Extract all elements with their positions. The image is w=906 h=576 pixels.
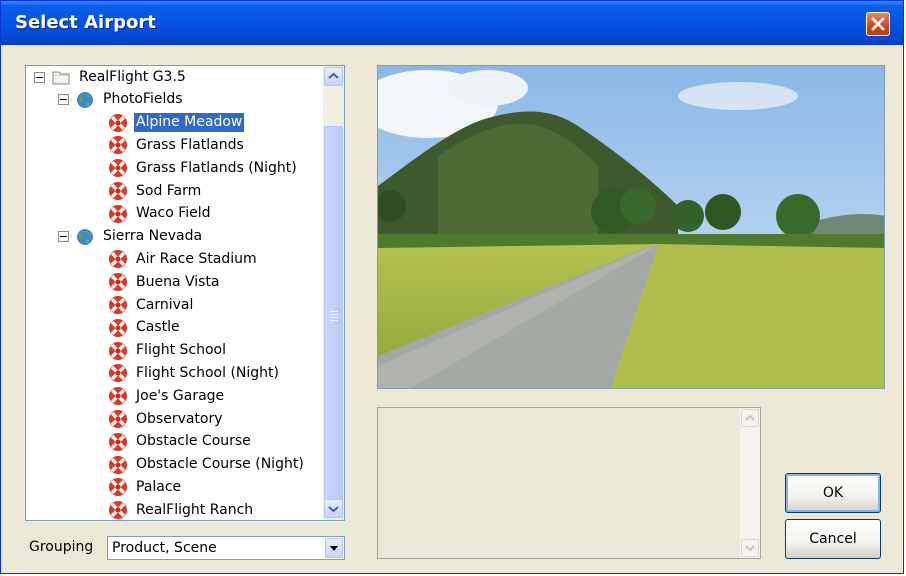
airport-icon — [109, 113, 127, 132]
tree-item-airport[interactable]: Carnival — [108, 294, 195, 316]
scroll-thumb[interactable] — [324, 126, 343, 504]
dropdown-arrow-button[interactable] — [325, 538, 343, 558]
grouping-label: Grouping — [29, 539, 94, 555]
select-airport-dialog: Select Airport RealFlight G3.5 PhotoField… — [0, 0, 904, 574]
chevron-down-icon — [745, 545, 755, 552]
tree-item-label: Palace — [136, 478, 182, 495]
tree-item-airport[interactable]: Sod Farm — [108, 180, 203, 202]
airport-icon — [109, 364, 127, 383]
airport-icon — [109, 159, 127, 178]
tree-item-airport[interactable]: Obstacle Course — [108, 431, 253, 453]
tree-item-airport[interactable]: Palace — [108, 476, 183, 498]
window-title: Select Airport — [15, 12, 156, 33]
tree-item-label: Flight School — [136, 342, 227, 359]
collapse-toggle[interactable] — [58, 94, 69, 106]
airport-icon — [109, 455, 127, 474]
airport-icon — [109, 387, 127, 406]
description-scrollbar — [740, 408, 760, 558]
airport-icon — [109, 182, 127, 200]
desc-scroll-down-button — [741, 539, 759, 557]
tree-item-airport[interactable]: Grass Flatlands — [108, 134, 246, 156]
airport-description — [377, 407, 761, 559]
tree-item-airport[interactable]: RealFlight Ranch — [108, 499, 255, 520]
tree-item-airport[interactable]: Air Race Stadium — [108, 248, 259, 270]
airport-icon — [109, 318, 127, 337]
globe-icon — [77, 91, 93, 108]
grouping-dropdown[interactable]: Product, Scene — [107, 536, 345, 560]
tree-item-airport[interactable]: Waco Field — [108, 203, 213, 225]
airport-icon — [109, 478, 127, 497]
airport-icon — [109, 410, 127, 428]
cancel-button[interactable]: Cancel — [785, 519, 881, 559]
tree-item-airport[interactable]: Grass Flatlands (Night) — [108, 157, 299, 179]
tree-item-label: Sierra Nevada — [103, 228, 203, 245]
airport-icon — [109, 432, 127, 451]
tree-group[interactable]: Sierra Nevada — [58, 226, 204, 248]
tree-item-airport[interactable]: Flight School (Night) — [108, 362, 281, 384]
title-bar[interactable]: Select Airport — [1, 1, 903, 45]
scroll-down-button[interactable] — [324, 499, 343, 518]
tree-item-label: Carnival — [136, 296, 194, 313]
tree-item-label: Castle — [136, 319, 180, 336]
chevron-down-icon — [330, 546, 338, 551]
tree-item-label: Observatory — [136, 410, 223, 427]
close-button[interactable] — [866, 12, 890, 36]
tree-item-label: RealFlight G3.5 — [79, 68, 186, 85]
airport-preview-image — [377, 65, 885, 389]
ok-button[interactable]: OK — [785, 473, 881, 513]
tree-item-label: Buena Vista — [136, 273, 220, 290]
tree-item-airport[interactable]: Buena Vista — [108, 271, 222, 293]
tree-item-label: Alpine Meadow — [132, 112, 246, 134]
tree-item-label: Joe's Garage — [136, 387, 225, 404]
tree-item-label: RealFlight Ranch — [136, 501, 254, 518]
airport-icon — [109, 501, 127, 520]
chevron-down-icon — [328, 506, 339, 513]
airport-icon — [109, 296, 127, 314]
tree-item-label: Air Race Stadium — [136, 250, 257, 267]
tree-item-airport[interactable]: Observatory — [108, 408, 225, 430]
tree-item-airport[interactable]: Alpine Meadow — [108, 112, 246, 134]
tree-item-label: Grass Flatlands — [136, 136, 244, 153]
tree-item-airport[interactable]: Flight School — [108, 340, 228, 362]
tree-item-label: Waco Field — [136, 205, 211, 222]
grouping-value: Product, Scene — [112, 540, 217, 556]
chevron-up-icon — [328, 72, 339, 79]
chevron-up-icon — [745, 414, 755, 421]
tree-root[interactable]: RealFlight G3.5 — [34, 66, 188, 88]
tree-item-label: PhotoFields — [103, 91, 183, 108]
tree-item-label: Sod Farm — [136, 182, 202, 199]
airport-tree[interactable]: RealFlight G3.5 PhotoFields Alpine Meadow G… — [25, 65, 345, 521]
tree-item-airport[interactable]: Castle — [108, 317, 182, 339]
airport-icon — [109, 273, 127, 292]
airport-icon — [109, 204, 127, 223]
tree-item-label: Obstacle Course (Night) — [136, 456, 304, 473]
collapse-toggle[interactable] — [58, 231, 69, 243]
tree-item-airport[interactable]: Joe's Garage — [108, 385, 226, 407]
tree-scrollbar[interactable] — [323, 66, 344, 520]
folder-icon — [52, 71, 70, 85]
desc-scroll-up-button — [741, 409, 759, 427]
airport-icon — [109, 250, 127, 269]
tree-item-label: Obstacle Course — [136, 433, 251, 450]
globe-icon — [77, 228, 93, 245]
tree-item-label: Flight School (Night) — [136, 364, 279, 381]
airport-icon — [109, 136, 127, 155]
scroll-up-button[interactable] — [324, 67, 343, 86]
close-icon — [871, 17, 885, 31]
collapse-toggle[interactable] — [34, 71, 45, 83]
tree-group[interactable]: PhotoFields — [58, 89, 185, 111]
tree-item-label: Grass Flatlands (Night) — [136, 159, 297, 176]
tree-item-airport[interactable]: Obstacle Course (Night) — [108, 454, 306, 476]
airport-icon — [109, 341, 127, 360]
